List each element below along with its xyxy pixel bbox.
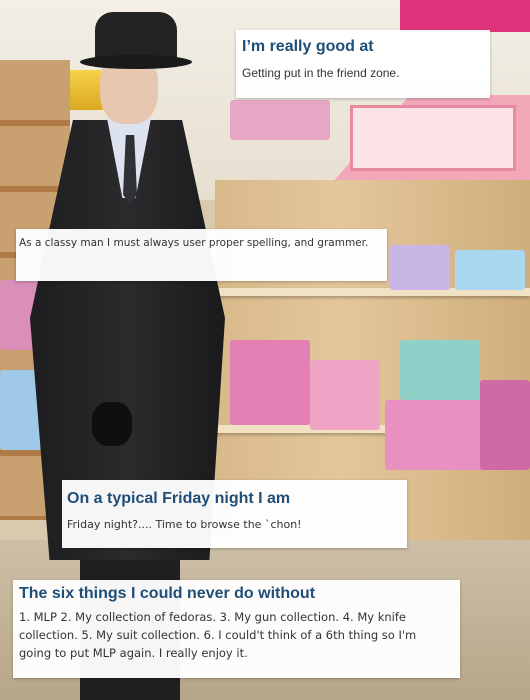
caption-good-at: I’m really good at Getting put in the fr… bbox=[236, 30, 490, 98]
pink-dollhouse bbox=[350, 105, 516, 171]
person-gloves bbox=[92, 402, 132, 446]
toy-box bbox=[385, 400, 495, 470]
toy-box bbox=[310, 360, 380, 430]
caption-heading: On a typical Friday night I am bbox=[67, 490, 291, 507]
fedora-brim bbox=[80, 55, 192, 69]
toy-box bbox=[455, 250, 525, 290]
caption-classy: As a classy man I must always user prope… bbox=[16, 229, 387, 281]
toy-box bbox=[400, 340, 480, 400]
caption-heading: The six things I could never do without bbox=[19, 585, 316, 602]
caption-body: Getting put in the friend zone. bbox=[242, 66, 400, 80]
toy-box bbox=[480, 380, 530, 470]
caption-heading: I’m really good at bbox=[242, 38, 374, 55]
toy-box bbox=[230, 100, 330, 140]
toy-box bbox=[390, 245, 450, 290]
caption-body: As a classy man I must always user prope… bbox=[19, 237, 369, 249]
caption-body: Friday night?.... Time to browse the `ch… bbox=[67, 518, 302, 531]
caption-body: 1. MLP 2. My collection of fedoras. 3. M… bbox=[19, 610, 417, 660]
caption-six-things: The six things I could never do without … bbox=[13, 580, 460, 678]
store-sign bbox=[400, 0, 530, 32]
caption-friday: On a typical Friday night I am Friday ni… bbox=[62, 480, 407, 548]
toy-box bbox=[230, 340, 310, 425]
